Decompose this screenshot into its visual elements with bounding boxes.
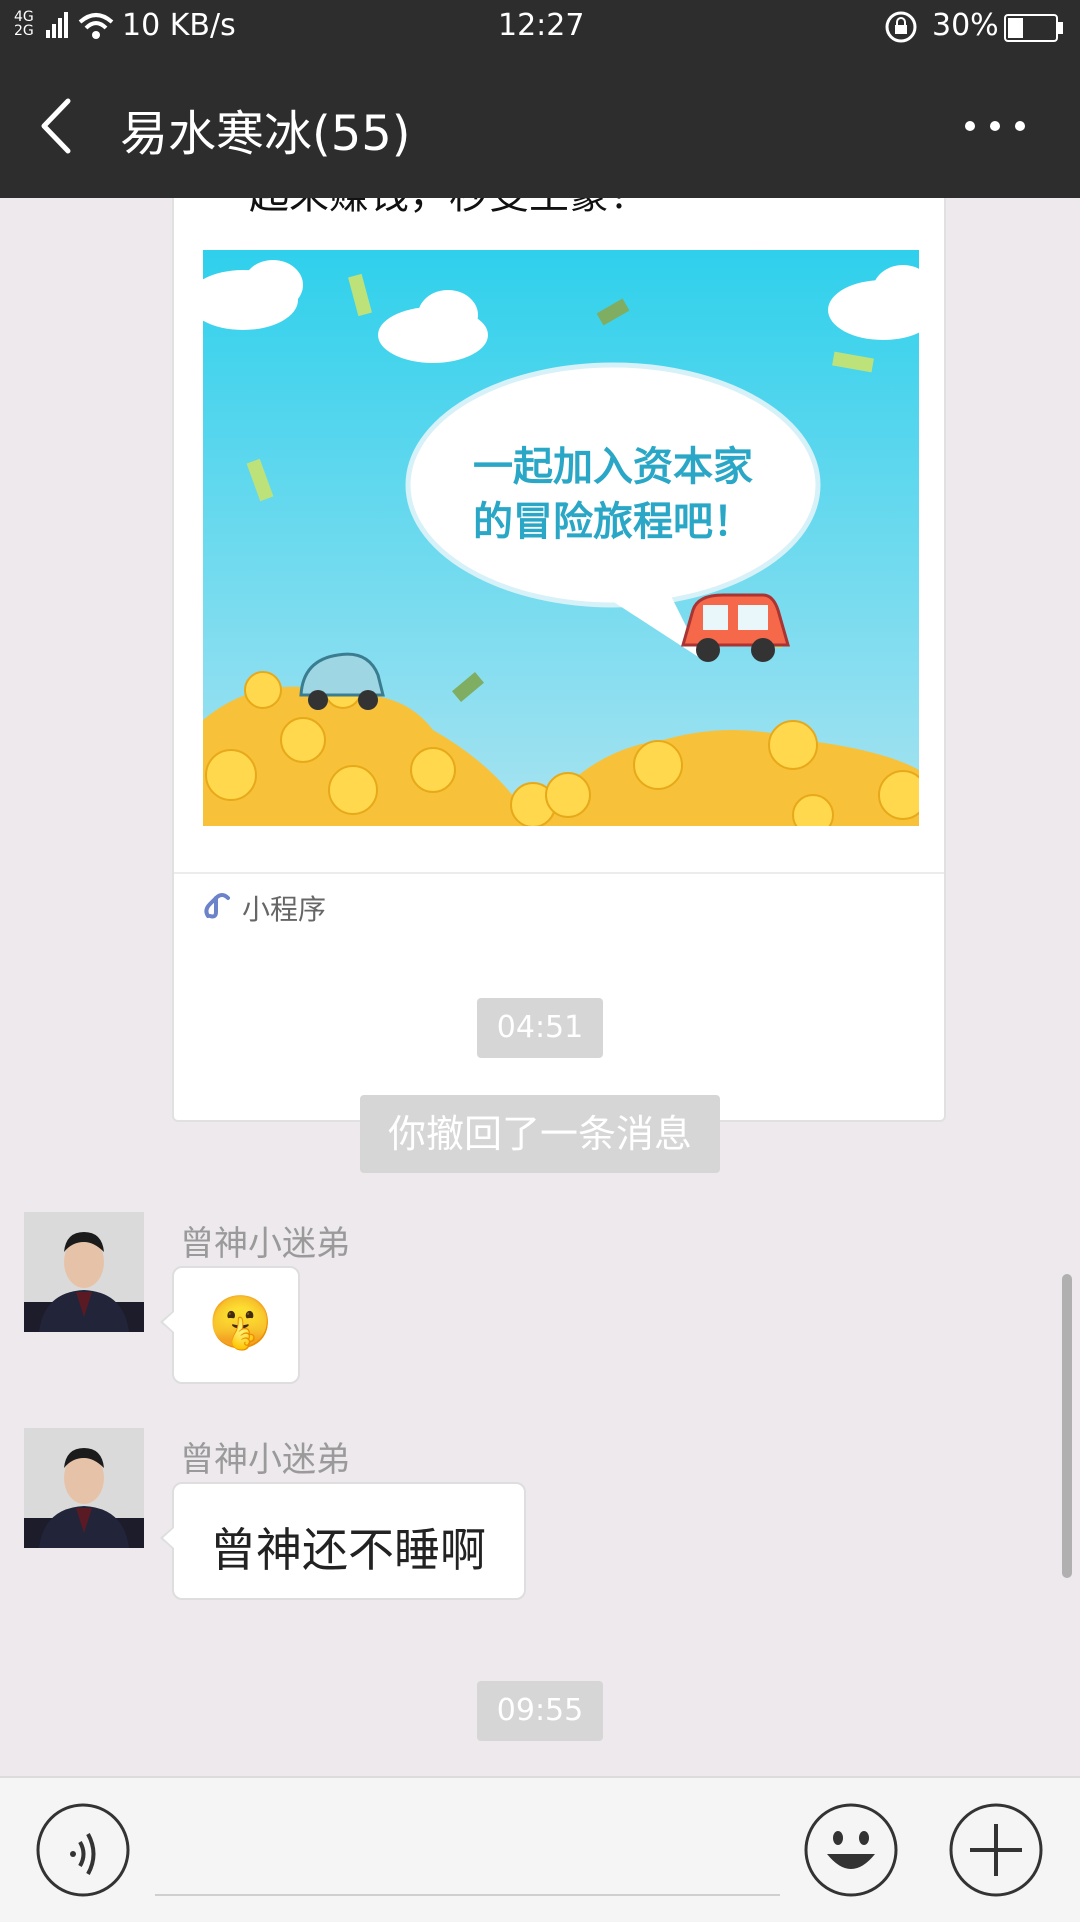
message-bubble[interactable]: 曾神还不睡啊 [160,1482,526,1600]
sender-name: 曾神小迷弟 [180,1224,350,1264]
voice-icon [36,1803,130,1897]
emoji-icon [804,1803,898,1897]
rotation-lock-icon [885,11,917,43]
adventure-illustration: 一起加入资本家 的冒险旅程吧！ [203,250,919,826]
status-bar: 4G 2G 10 KB/s 12:27 30% [0,0,1080,56]
card-image: 一起加入资本家 的冒险旅程吧！ [203,250,919,826]
bubble-line-2: 的冒险旅程吧！ [473,499,753,545]
card-footer: 小程序 [174,872,944,934]
mini-program-card[interactable]: 起来赚钱，秒变土豪！ [172,198,946,1122]
scrollbar[interactable] [1062,1274,1072,1578]
network-type: 4G 2G [14,9,34,39]
input-bar [0,1776,1080,1922]
card-title: 起来赚钱，秒变土豪！ [249,198,649,220]
plus-button[interactable] [948,1802,1044,1898]
message-bubble[interactable]: 🤫 [160,1266,300,1384]
mini-program-label: 小程序 [242,893,327,926]
avatar[interactable] [24,1428,144,1548]
chat-header: 易水寒冰(55) [0,56,1080,198]
message-input[interactable] [155,1808,780,1896]
back-arrow-icon [41,98,71,154]
more-icon [965,121,1025,131]
avatar[interactable] [24,1212,144,1332]
bubble-line-1: 一起加入资本家 [473,444,753,490]
sender-name: 曾神小迷弟 [180,1440,350,1480]
more-options-button[interactable] [955,96,1035,156]
back-button[interactable] [30,91,90,161]
timestamp: 04:51 [477,998,603,1058]
message-list[interactable]: 起来赚钱，秒变土豪！ [0,198,1080,1776]
network-speed: 10 KB/s [122,8,236,43]
system-notice: 你撤回了一条消息 [360,1095,720,1173]
avatar-photo [24,1212,144,1332]
shushing-emoji: 🤫 [208,1293,273,1353]
message-text: 曾神还不睡啊 [210,1523,486,1577]
clock: 12:27 [498,8,585,43]
battery-icon [1004,14,1063,42]
voice-button[interactable] [35,1802,131,1898]
mini-program-icon [204,893,230,919]
emoji-button[interactable] [803,1802,899,1898]
wifi-icon [78,13,114,39]
battery-percent: 30% [932,8,999,43]
avatar-photo [24,1428,144,1548]
signal-icon [46,12,68,38]
chat-title: 易水寒冰(55) [120,106,411,162]
timestamp: 09:55 [477,1681,603,1741]
plus-icon [949,1803,1043,1897]
